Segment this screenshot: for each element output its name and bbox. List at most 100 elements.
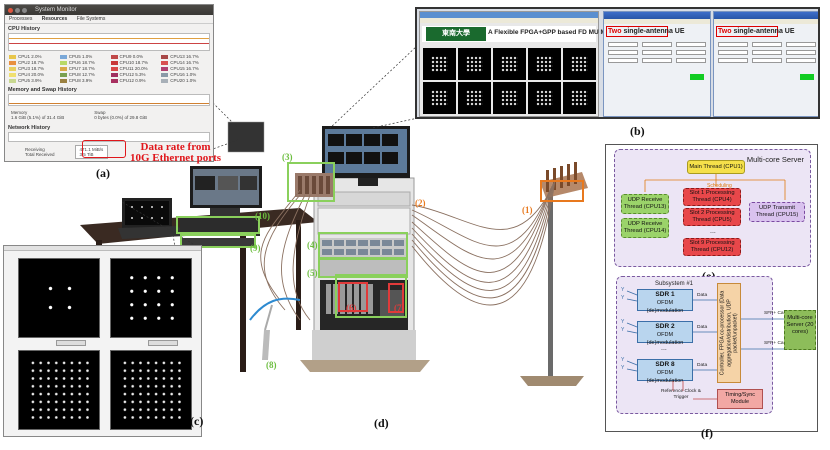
cpu-color-swatch[interactable] [161, 60, 169, 65]
cpu-legend-label: CPU6 18.7% [68, 60, 95, 65]
marker-10: (10) [255, 211, 270, 221]
cpu-color-swatch[interactable] [59, 66, 67, 71]
cpu-color-swatch[interactable] [9, 72, 16, 77]
cpu-legend-item: CPU2 18.7% [9, 60, 57, 65]
ue-control[interactable] [718, 50, 748, 55]
cpu-color-swatch[interactable] [161, 78, 169, 83]
cpu-legend-label: CPU14 16.7% [170, 60, 199, 65]
cpu-color-swatch[interactable] [9, 66, 16, 71]
ue-control[interactable] [608, 42, 638, 47]
cpu-color-swatch[interactable] [9, 54, 16, 59]
constellation-control[interactable] [56, 340, 86, 346]
svg-text:Y: Y [621, 357, 625, 363]
memory-value: 1.6 GiB (5.1%) of 31.4 GiB [11, 115, 65, 120]
cpu-legend-label: CPU1 2.0% [18, 54, 42, 59]
constellation-16qam [110, 258, 192, 338]
multicore-server-block: Multi-core Server Main Thread (CPU1) Sch… [614, 149, 811, 267]
cpu-color-swatch[interactable] [9, 78, 16, 83]
maximize-icon[interactable] [22, 8, 27, 13]
cpu-color-swatch[interactable] [59, 60, 67, 65]
minimize-icon[interactable] [15, 8, 20, 13]
ue-control[interactable] [752, 58, 782, 63]
cpu-history-heading: CPU History [8, 26, 41, 32]
ue-control[interactable] [752, 50, 782, 55]
ue-control[interactable] [608, 58, 638, 63]
cpu-color-swatch[interactable] [59, 54, 67, 59]
ue-control[interactable] [676, 50, 706, 55]
ue-title-2: Two single-antenna UE [718, 28, 795, 35]
sysmon-title: System Monitor [35, 7, 77, 13]
timing-sync-module: Timing/Sync Module [717, 389, 763, 409]
highlight-3 [287, 162, 335, 202]
data-label-3: Data [697, 363, 708, 368]
cpu-legend-label: CPU20 1.0% [170, 78, 197, 83]
tab-file-systems[interactable]: File Systems [77, 16, 106, 22]
labview-ue-window-2: Two single-antenna UE [713, 11, 818, 117]
cpu-legend-label: CPU8 12.7% [68, 72, 95, 77]
slot2-thread: Slot 2 Processing Thread (CPU5) [683, 208, 741, 226]
cpu-legend-item: CPU5 3.9% [9, 78, 57, 83]
constellation-control[interactable] [148, 340, 178, 346]
sdr-2: SDR 2 OFDM (de)modulation [637, 321, 693, 346]
labview-ue-window-1: Two single-antenna UE [603, 11, 711, 117]
ue-control[interactable] [786, 58, 816, 63]
slot1-thread: Slot 1 Processing Thread (CPU4) [683, 188, 741, 206]
cpu-legend-item: CPU15 16.7% [161, 66, 209, 71]
cpu-color-swatch[interactable] [59, 72, 67, 77]
cpu-color-swatch[interactable] [110, 54, 118, 59]
main-thread: Main Thread (CPU1) [687, 160, 745, 174]
cpu-legend-item: CPU7 18.7% [59, 66, 108, 71]
marker-6: (6) [346, 303, 357, 313]
ue-controls-2 [718, 42, 816, 63]
cpu-color-swatch[interactable] [161, 54, 169, 59]
ue-control[interactable] [676, 42, 706, 47]
labview-panels: 東南大學 A Flexible FPGA+GPP based FD MU MI … [415, 7, 820, 119]
cpu-history-graph [8, 33, 210, 51]
close-icon[interactable] [8, 8, 13, 13]
ue-control[interactable] [718, 42, 748, 47]
ue-control[interactable] [608, 50, 638, 55]
server-title: Multi-core Server [746, 155, 804, 164]
marker-1: (1) [522, 205, 533, 215]
marker-5: (5) [307, 268, 318, 278]
cpu-color-swatch[interactable] [59, 78, 67, 83]
ue-control[interactable] [642, 50, 672, 55]
marker-2: (2) [415, 198, 426, 208]
cpu-legend-item: CPU6 18.7% [59, 60, 108, 65]
ue-title-1: Two single-antenna UE [608, 28, 685, 35]
data-rate-callout: Data rate from 10G Ethernet ports [130, 142, 221, 164]
cpu-color-swatch[interactable] [161, 72, 169, 77]
ue-control[interactable] [786, 42, 816, 47]
caption-a: (a) [96, 166, 110, 180]
ue-control[interactable] [642, 58, 672, 63]
cpu-legend-label: CPU3 18.7% [18, 66, 45, 71]
sdr-8: SDR 8 OFDM (de)modulation [637, 359, 693, 384]
cpu-color-swatch[interactable] [110, 66, 118, 71]
cpu-color-swatch[interactable] [110, 78, 118, 83]
ue-control[interactable] [752, 42, 782, 47]
caption-b: (b) [630, 124, 645, 138]
ue-control[interactable] [786, 50, 816, 55]
cpu-legend-item: CPU9 0.0% [110, 54, 159, 59]
svg-text:Y: Y [621, 287, 625, 293]
memory-legend: Memory 1.6 GiB (5.1%) of 31.4 GiB Swap 0 b… [5, 107, 213, 123]
status-led [800, 74, 814, 80]
cpu-color-swatch[interactable] [9, 60, 16, 65]
cpu-color-swatch[interactable] [161, 66, 169, 71]
labview-banner-title: A Flexible FPGA+GPP based FD MU MI [488, 29, 608, 36]
cpu-legend-label: CPU11 20.0% [119, 66, 148, 71]
svg-text:Y: Y [621, 295, 625, 301]
svg-text:Y: Y [621, 327, 625, 333]
ue-control[interactable] [676, 58, 706, 63]
cpu-legend-item: CPU8 3.9% [59, 78, 108, 83]
udp-receive-thread-2: UDP Receive Thread (CPU14) [621, 218, 669, 238]
cpu-color-swatch[interactable] [110, 72, 118, 77]
tab-resources[interactable]: Resources [42, 16, 68, 22]
cpu-legend-item: CPU4 20.0% [9, 72, 57, 77]
ue-control[interactable] [642, 42, 672, 47]
subsystem-block: Subsystem #1 SDR 1 OFDM (de)modulation SD… [616, 276, 773, 414]
cpu-legend-label: CPU5 3.9% [18, 78, 42, 83]
cpu-color-swatch[interactable] [110, 60, 118, 65]
ue-control[interactable] [718, 58, 748, 63]
constellation-64qam-a [18, 350, 100, 430]
